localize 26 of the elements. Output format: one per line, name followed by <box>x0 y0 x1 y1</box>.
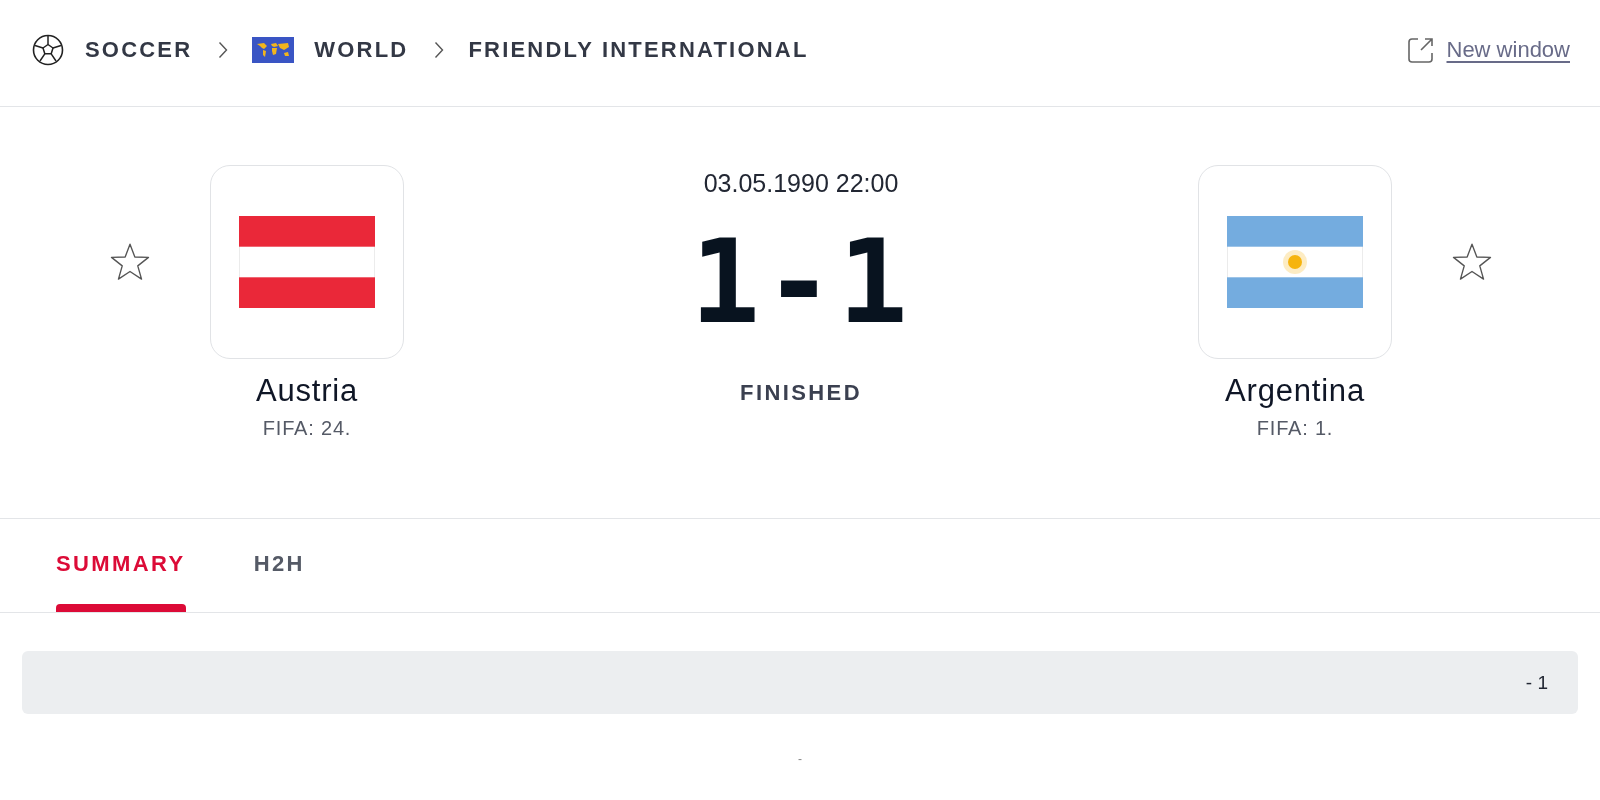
chevron-right-icon <box>218 41 229 59</box>
world-map-icon <box>252 37 295 63</box>
team-name[interactable]: Austria <box>255 373 359 409</box>
match-score: 1-1 <box>690 224 912 340</box>
summary-score: - 1 <box>1525 671 1548 694</box>
fifa-rank: FIFA: 1. <box>1256 417 1334 440</box>
soccer-ball-icon <box>32 34 64 66</box>
match-date: 03.05.1990 22:00 <box>703 169 899 198</box>
team-logo-tile[interactable] <box>1198 165 1392 359</box>
footer-mark: - <box>798 752 802 766</box>
fifa-rank: FIFA: 24. <box>262 417 352 440</box>
new-window-link[interactable]: New window <box>1406 36 1570 64</box>
external-link-icon <box>1406 36 1435 64</box>
star-icon <box>1451 241 1493 283</box>
argentina-flag-icon <box>1227 216 1363 308</box>
tab[interactable]: SUMMARY <box>56 519 186 612</box>
chevron-right-icon <box>434 41 445 59</box>
austria-flag-icon <box>239 216 375 308</box>
match-status: FINISHED <box>740 380 862 406</box>
team-logo-tile[interactable] <box>210 165 404 359</box>
breadcrumb-link[interactable]: SOCCER <box>85 37 193 63</box>
star-icon <box>109 241 151 283</box>
team-name[interactable]: Argentina <box>1225 373 1365 409</box>
breadcrumb-link[interactable]: FRIENDLY INTERNATIONAL <box>468 37 809 63</box>
tab[interactable]: H2H <box>253 519 305 612</box>
breadcrumb-link[interactable]: WORLD <box>314 37 409 63</box>
